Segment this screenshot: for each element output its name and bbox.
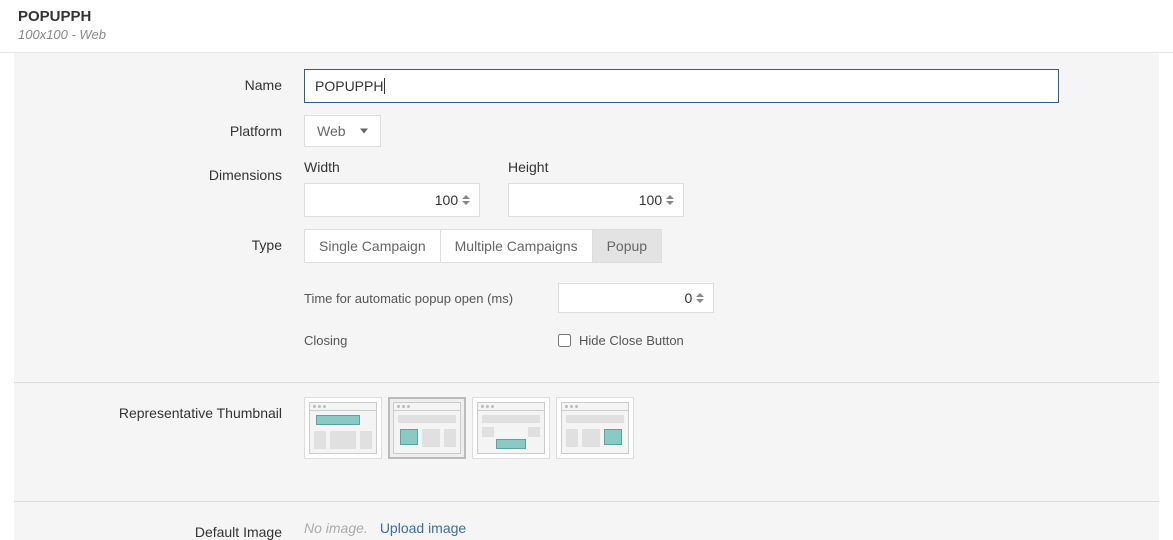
thumbnail-option-2[interactable] [388, 397, 466, 459]
hide-close-checkbox[interactable] [558, 334, 571, 347]
page-subtitle: 100x100 - Web [18, 27, 1155, 42]
chevron-down-icon [360, 129, 368, 134]
width-label: Width [304, 159, 480, 175]
type-option-multiple[interactable]: Multiple Campaigns [441, 229, 593, 263]
hide-close-checkbox-wrap[interactable]: Hide Close Button [558, 333, 684, 348]
page-header: POPUPPH 100x100 - Web [0, 0, 1173, 53]
row-thumbnail: Representative Thumbnail [14, 383, 1159, 473]
name-label: Name [14, 69, 304, 103]
height-input-field[interactable] [517, 192, 662, 208]
platform-select[interactable]: Web [304, 115, 381, 147]
width-spinner[interactable] [462, 194, 473, 206]
width-input-field[interactable] [313, 192, 458, 208]
form-panel: Name POPUPPH Platform Web Dimensions Wid… [14, 53, 1159, 540]
name-input-value: POPUPPH [315, 78, 383, 94]
type-option-popup[interactable]: Popup [593, 229, 662, 263]
platform-select-value: Web [317, 123, 346, 139]
upload-image-link[interactable]: Upload image [380, 520, 466, 536]
default-image-label: Default Image [14, 516, 304, 540]
text-cursor [384, 78, 385, 94]
thumbnail-option-4[interactable] [556, 397, 634, 459]
closing-label: Closing [304, 333, 558, 348]
hide-close-label: Hide Close Button [579, 333, 684, 348]
popup-time-label: Time for automatic popup open (ms) [304, 291, 558, 306]
row-default-image: Default Image No image. Upload image [14, 502, 1159, 540]
row-dimensions: Dimensions Width Height [14, 153, 1159, 223]
height-spinner[interactable] [666, 194, 677, 206]
row-name: Name POPUPPH [14, 63, 1159, 109]
row-type: Type Single Campaign Multiple Campaigns … [14, 223, 1159, 354]
type-option-single[interactable]: Single Campaign [304, 229, 441, 263]
row-popup-time: Time for automatic popup open (ms) [304, 283, 1059, 313]
popup-time-spinner[interactable] [696, 292, 707, 304]
type-label: Type [14, 229, 304, 348]
name-input[interactable]: POPUPPH [304, 69, 1059, 103]
platform-label: Platform [14, 115, 304, 147]
popup-time-input[interactable] [558, 283, 714, 313]
thumbnail-option-1[interactable] [304, 397, 382, 459]
popup-time-field[interactable] [567, 290, 692, 306]
height-input[interactable] [508, 183, 684, 217]
page-title: POPUPPH [18, 8, 1155, 25]
dimensions-label: Dimensions [14, 159, 304, 217]
thumbnail-options [304, 397, 1059, 459]
thumbnail-label: Representative Thumbnail [14, 397, 304, 459]
row-closing: Closing Hide Close Button [304, 333, 1059, 348]
height-label: Height [508, 159, 684, 175]
thumbnail-option-3[interactable] [472, 397, 550, 459]
no-image-text: No image. [304, 520, 368, 536]
width-input[interactable] [304, 183, 480, 217]
type-button-group: Single Campaign Multiple Campaigns Popup [304, 229, 1059, 263]
row-platform: Platform Web [14, 109, 1159, 153]
